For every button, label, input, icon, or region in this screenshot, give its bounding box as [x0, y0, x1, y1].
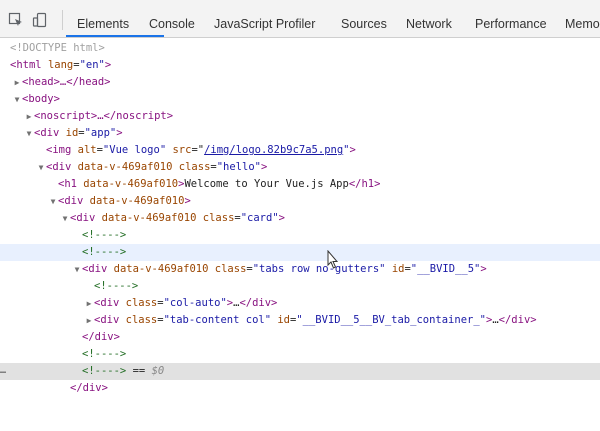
expand-arrow-icon[interactable]: ▶ [24, 108, 34, 125]
tab-console[interactable]: Console [149, 0, 195, 37]
tree-node-col-auto[interactable]: ▶ <div class="col-auto">…</div> [0, 295, 600, 312]
tab-elements[interactable]: Elements [77, 0, 129, 37]
tree-node-comment[interactable]: <!----> [0, 227, 600, 244]
head-tag: <head>…</head> [22, 76, 111, 88]
devtools-toolbar: Elements Console JavaScript Profiler Sou… [0, 0, 600, 38]
expand-arrow-icon[interactable]: ▶ [84, 312, 94, 329]
tree-node-card[interactable]: ▼ <div data-v-469af010 class="card"> [0, 210, 600, 227]
toolbar-separator [62, 10, 63, 30]
tree-node-comment[interactable]: <!----> [0, 346, 600, 363]
tree-node-div[interactable]: ▼ <div data-v-469af010> [0, 193, 600, 210]
expand-arrow-icon[interactable]: ▶ [84, 295, 94, 312]
collapse-arrow-icon[interactable]: ▼ [12, 91, 22, 108]
device-toolbar-icon[interactable] [32, 12, 48, 28]
html-lang-attr: lang [47, 59, 74, 71]
doctype-text: <!DOCTYPE html> [10, 42, 105, 54]
tree-node-selected[interactable]: … <!----> == $0 [0, 363, 600, 380]
tab-network[interactable]: Network [406, 0, 452, 37]
tab-sources[interactable]: Sources [341, 0, 387, 37]
dom-tree: <!DOCTYPE html> <html lang="en"> ▶ <head… [0, 40, 600, 400]
h1-text: Welcome to Your Vue.js App [184, 178, 349, 190]
tree-node-tab-content[interactable]: ▶ <div class="tab-content col" id="__BVI… [0, 312, 600, 329]
selected-ref: $0 [151, 365, 165, 377]
tree-node-h1[interactable]: <h1 data-v-469af010>Welcome to Your Vue.… [0, 176, 600, 193]
active-tab-indicator [66, 35, 164, 37]
html-lang-value: "en" [79, 59, 105, 71]
tree-node-hello[interactable]: ▼ <div data-v-469af010 class="hello"> [0, 159, 600, 176]
node-actions-icon[interactable]: … [0, 363, 10, 380]
tree-node-body[interactable]: ▼ <body> [0, 91, 600, 108]
expand-arrow-icon[interactable]: ▶ [12, 74, 22, 91]
collapse-arrow-icon[interactable]: ▼ [72, 261, 82, 278]
collapse-arrow-icon[interactable]: ▼ [48, 193, 58, 210]
tree-node-comment-hovered[interactable]: <!----> [0, 244, 600, 261]
html-tag: <html [10, 59, 42, 71]
tree-node-close-card[interactable]: </div> [0, 380, 600, 397]
tree-node-tabs[interactable]: ▼ <div data-v-469af010 class="tabs row n… [0, 261, 600, 278]
tab-javascript-profiler[interactable]: JavaScript Profiler [214, 0, 315, 37]
collapse-arrow-icon[interactable]: ▼ [36, 159, 46, 176]
body-tag: <body> [22, 93, 60, 105]
tree-node-noscript[interactable]: ▶ <noscript>…</noscript> [0, 108, 600, 125]
noscript-tag: <noscript>…</noscript> [34, 110, 174, 122]
tree-node-img[interactable]: <img alt="Vue logo" src="/img/logo.82b9c… [0, 142, 600, 159]
tree-node-doctype[interactable]: <!DOCTYPE html> [0, 40, 600, 57]
tree-node-close-tabs[interactable]: </div> [0, 329, 600, 346]
tree-node-head[interactable]: ▶ <head>…</head> [0, 74, 600, 91]
tree-node-app[interactable]: ▼ <div id="app"> [0, 125, 600, 142]
tree-node-comment[interactable]: <!----> [0, 278, 600, 295]
mouse-cursor-icon [327, 250, 339, 269]
select-element-icon[interactable] [8, 12, 24, 28]
tab-memory[interactable]: Memo [565, 0, 600, 37]
tab-performance[interactable]: Performance [475, 0, 547, 37]
collapse-arrow-icon[interactable]: ▼ [24, 125, 34, 142]
img-src-link[interactable]: /img/logo.82b9c7a5.png [204, 144, 343, 156]
tree-node-html[interactable]: <html lang="en"> [0, 57, 600, 74]
collapse-arrow-icon[interactable]: ▼ [60, 210, 70, 227]
